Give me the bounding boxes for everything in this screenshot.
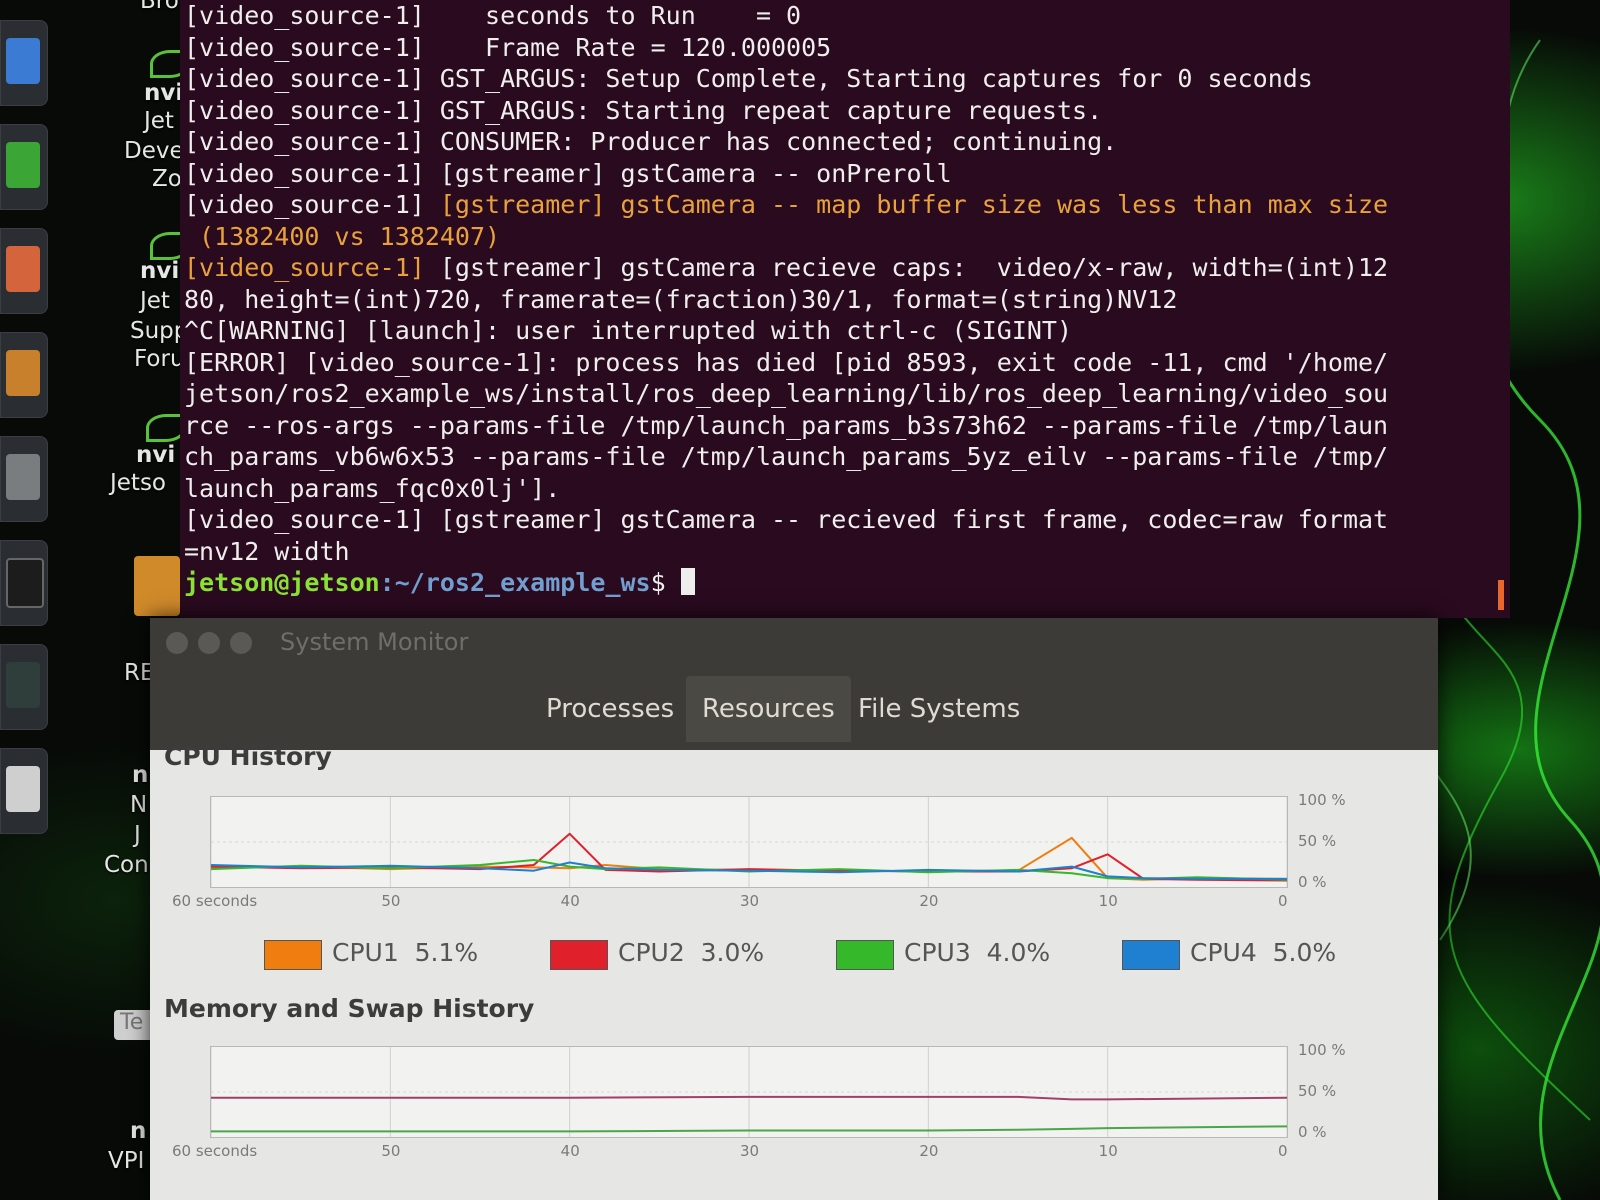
text-cursor (680, 568, 695, 595)
terminal-prompt[interactable]: jetson@jetson:~/ros2_example_ws$ (184, 567, 1388, 599)
launcher-settings-icon[interactable] (0, 436, 48, 522)
resources-panel: CPU History 60 seconds 50 40 30 20 10 0 100 % 50… (150, 742, 1438, 1200)
terminal-output: [video_source-1] seconds to Run = 0 [vide… (184, 0, 1388, 599)
x-tick-label: 0 (1278, 892, 1288, 910)
x-tick-label: 50 (381, 1142, 401, 1160)
x-tick-label: 40 (560, 1142, 580, 1160)
y-tick-label: 0 % (1298, 1123, 1327, 1141)
terminal-line: [video_source-1] Frame Rate = 120.000005 (184, 32, 832, 62)
y-tick-label: 50 % (1298, 832, 1337, 850)
desktop-label[interactable]: Foru (134, 346, 185, 372)
launcher-files-icon[interactable] (0, 748, 48, 834)
terminal-line: [video_source-1] [gstreamer] gstCamera -… (184, 158, 952, 188)
desktop-label[interactable]: Jet (144, 108, 174, 134)
close-icon[interactable] (166, 632, 188, 654)
terminal-line: 80, height=(int)720, framerate=(fraction… (184, 284, 1178, 314)
x-tick-label: 40 (560, 892, 580, 910)
cpu4-color-swatch[interactable] (1122, 940, 1180, 970)
cpu-history-plot (211, 797, 1287, 887)
terminal-line: (1382400 vs 1382407) (184, 221, 501, 251)
terminal-scrollbar[interactable] (1498, 580, 1504, 610)
terminal-line: [video_source-1] seconds to Run = 0 (184, 1, 802, 30)
legend-cpu4-text: CPU4 5.0% (1190, 938, 1337, 967)
window-title: System Monitor (280, 628, 469, 656)
launcher-impress-icon[interactable] (0, 228, 48, 314)
prompt-path: :~/ros2_example_ws (379, 568, 651, 597)
desktop-label[interactable]: nvi (140, 258, 179, 284)
tab-file-systems[interactable]: File Systems (842, 676, 1036, 742)
terminal-line: [ERROR] [video_source-1]: process has di… (184, 347, 1389, 377)
terminal-line: [video_source-1] CONSUMER: Producer has … (184, 127, 1118, 156)
memory-history-plot (211, 1047, 1287, 1137)
x-tick-label: 60 seconds (172, 892, 258, 910)
desktop-label[interactable]: n (130, 1118, 146, 1144)
x-tick-label: 20 (919, 1142, 939, 1160)
terminal-window[interactable]: [video_source-1] seconds to Run = 0 [vide… (180, 0, 1510, 618)
legend-cpu1-text: CPU1 5.1% (332, 938, 479, 967)
terminal-line: [video_source-1] GST_ARGUS: Starting rep… (184, 95, 1103, 125)
legend-cpu2-text: CPU2 3.0% (618, 938, 765, 967)
y-tick-label: 0 % (1298, 873, 1327, 891)
terminal-line: ch_params_vb6w6x53 --params-file /tmp/la… (184, 442, 1389, 471)
cpu1-color-swatch[interactable] (264, 940, 322, 970)
x-tick-label: 30 (740, 1142, 760, 1160)
x-tick-label: 60 seconds (172, 1142, 258, 1160)
desktop-label[interactable]: nvi (136, 442, 175, 468)
desktop-label[interactable]: Bro (140, 0, 179, 14)
launcher-calc-icon[interactable] (0, 124, 48, 210)
window-titlebar[interactable]: System Monitor (150, 618, 1438, 674)
text-editor-icon[interactable]: Te (114, 1010, 154, 1040)
x-tick-label: 0 (1278, 1142, 1288, 1160)
desktop-label[interactable]: J (134, 822, 141, 848)
system-monitor-window: System Monitor Processes Resources File … (150, 618, 1438, 1200)
x-tick-label: 30 (740, 892, 760, 910)
x-tick-label: 10 (1098, 1142, 1118, 1160)
launcher-software-center-icon[interactable] (0, 332, 48, 418)
terminal-line: =nv12 width (184, 536, 350, 566)
desktop-label[interactable]: Con (104, 852, 149, 878)
desktop-label[interactable]: nvi (144, 80, 183, 106)
desktop-label[interactable]: VPI (108, 1148, 144, 1174)
maximize-icon[interactable] (230, 632, 252, 654)
x-tick-label: 10 (1098, 892, 1118, 910)
terminal-line: rce --ros-args --params-file /tmp/launch… (184, 410, 1389, 440)
cpu-history-graph (210, 796, 1288, 888)
desktop-label[interactable]: N (130, 792, 147, 818)
desktop-label: Te (120, 1010, 144, 1035)
cpu2-color-swatch[interactable] (550, 940, 608, 970)
minimize-icon[interactable] (198, 632, 220, 654)
x-tick-label: 50 (381, 892, 401, 910)
terminal-line: [video_source-1] [gstreamer] gstCamera -… (184, 505, 1389, 534)
prompt-user: jetson@jetson (184, 568, 380, 597)
desktop-label[interactable]: n (132, 762, 148, 788)
desktop-label[interactable]: Jetso (110, 470, 166, 496)
desktop-label[interactable]: Jet (140, 288, 170, 314)
y-tick-label: 50 % (1298, 1082, 1337, 1100)
tab-bar: Processes Resources File Systems (150, 674, 1438, 750)
launcher-system-monitor-icon[interactable] (0, 644, 48, 730)
tab-resources[interactable]: Resources (686, 676, 851, 742)
prompt-symbol: $ (650, 568, 681, 597)
tab-processes[interactable]: Processes (530, 676, 690, 742)
terminal-line: [video_source-1] GST_ARGUS: Setup Comple… (184, 64, 1313, 93)
memory-history-title: Memory and Swap History (164, 994, 535, 1023)
folder-icon[interactable] (134, 556, 180, 616)
cpu3-color-swatch[interactable] (836, 940, 894, 970)
terminal-line: launch_params_fqc0x0lj']. (184, 473, 561, 503)
launcher-bar (0, 0, 56, 860)
terminal-line: [video_source-1] [gstreamer] gstCamera -… (184, 190, 1389, 219)
launcher-writer-icon[interactable] (0, 20, 48, 106)
y-tick-label: 100 % (1298, 1041, 1346, 1059)
x-tick-label: 20 (919, 892, 939, 910)
terminal-line: jetson/ros2_example_ws/install/ros_deep_… (184, 379, 1389, 408)
cpu-history-title: CPU History (164, 742, 332, 771)
memory-history-graph (210, 1046, 1288, 1138)
launcher-terminal-icon[interactable] (0, 540, 48, 626)
terminal-line: ^C[WARNING] [launch]: user interrupted w… (184, 316, 1073, 345)
desktop-label[interactable]: Zo (152, 166, 182, 192)
terminal-line: [video_source-1] [gstreamer] gstCamera r… (184, 253, 1389, 282)
y-tick-label: 100 % (1298, 791, 1346, 809)
legend-cpu3-text: CPU3 4.0% (904, 938, 1051, 967)
